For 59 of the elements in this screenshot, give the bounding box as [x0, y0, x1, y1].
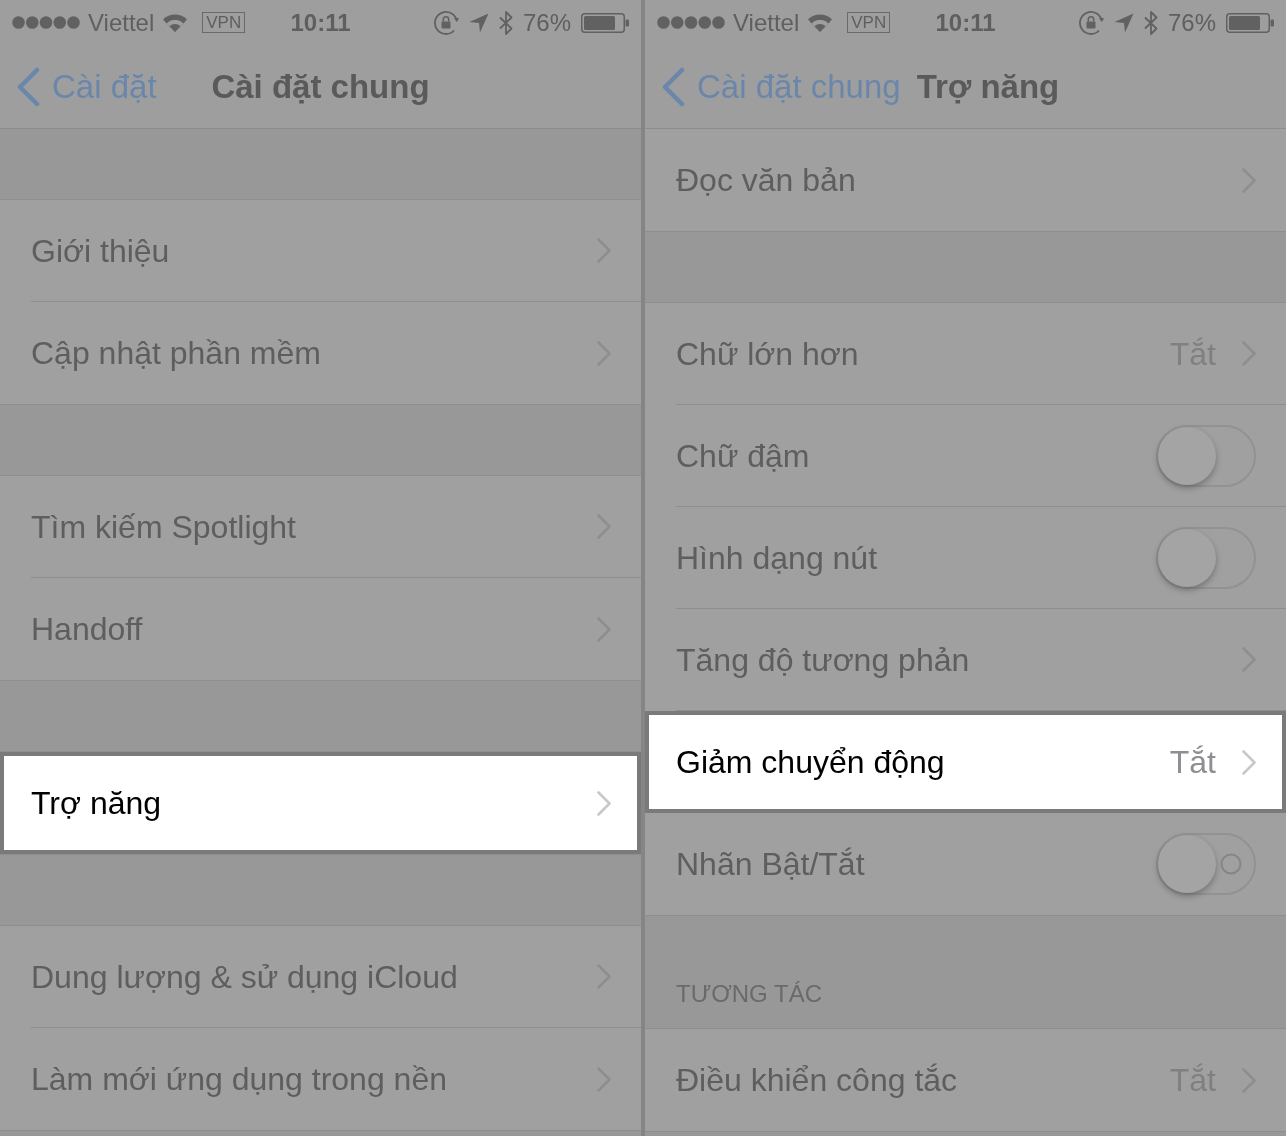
chevron-icon	[597, 790, 611, 816]
settings-row[interactable]: Giảm chuyển động Tắt	[645, 711, 1286, 813]
settings-row[interactable]: Tăng độ tương phản	[645, 609, 1286, 711]
settings-row[interactable]: Giới thiệu	[0, 200, 641, 302]
setting-label: Giới thiệu	[31, 231, 171, 271]
bluetooth-icon	[1143, 9, 1158, 36]
bluetooth-icon	[498, 9, 513, 36]
toggle-switch[interactable]	[1156, 526, 1256, 589]
status-time: 10:11	[290, 10, 351, 35]
screen-title: Cài đặt chung	[211, 66, 430, 107]
toggle-switch[interactable]	[1156, 424, 1256, 487]
setting-label: Đọc văn bản	[676, 161, 857, 200]
back-chevron-icon	[16, 66, 40, 107]
setting-label: Làm mới ứng dụng trong nền	[31, 1060, 448, 1099]
battery-percent: 76%	[1167, 10, 1216, 35]
location-arrow-icon	[468, 12, 489, 33]
battery-icon	[581, 12, 629, 33]
setting-label: Giảm chuyển động	[676, 743, 946, 782]
ring-icon	[1220, 853, 1242, 875]
signal-dots-icon	[657, 16, 725, 29]
setting-label: Nhãn Bật/Tắt	[676, 845, 866, 884]
settings-row[interactable]: Nhãn Bật/Tắt	[645, 813, 1286, 915]
back-chevron-icon	[661, 66, 685, 107]
setting-label: Tìm kiếm Spotlight	[31, 507, 297, 547]
settings-row[interactable]: Chữ đậm	[645, 405, 1286, 507]
settings-row[interactable]: Trợ năng	[0, 752, 641, 854]
vpn-indicator: VPN	[847, 12, 891, 33]
settings-row[interactable]: Cập nhật phần mềm	[0, 302, 641, 404]
setting-label: Chữ lớn hơn	[676, 334, 860, 374]
location-arrow-icon	[1113, 12, 1134, 33]
screen-title: Trợ năng	[916, 66, 1060, 107]
setting-label: Cập nhật phần mềm	[31, 334, 322, 373]
setting-label: Dung lượng & sử dụng iCloud	[31, 957, 459, 997]
battery-icon	[1226, 12, 1274, 33]
rotation-lock-icon	[1077, 9, 1104, 36]
settings-row[interactable]: Làm mới ứng dụng trong nền	[0, 1028, 641, 1130]
chevron-icon	[1242, 749, 1256, 775]
settings-row[interactable]: Handoff	[0, 578, 641, 680]
battery-percent: 76%	[522, 10, 571, 35]
setting-value: Tắt	[1169, 743, 1216, 782]
rotation-lock-icon	[432, 9, 459, 36]
settings-row[interactable]: Đọc văn bản	[645, 129, 1286, 231]
toggle-switch[interactable]	[1156, 833, 1256, 895]
carrier-name: Viettel	[88, 10, 155, 35]
wifi-icon	[807, 12, 834, 33]
setting-label: Chữ đậm	[676, 436, 811, 476]
signal-dots-icon	[12, 16, 80, 29]
settings-row[interactable]: Dung lượng & sử dụng iCloud	[0, 926, 641, 1028]
setting-label: Tăng độ tương phản	[676, 640, 971, 680]
wifi-icon	[162, 12, 189, 33]
settings-row[interactable]: Tìm kiếm Spotlight	[0, 476, 641, 578]
setting-label: Trợ năng	[31, 784, 163, 823]
setting-label: Handoff	[31, 610, 144, 649]
settings-row[interactable]: Hình dạng nút	[645, 507, 1286, 609]
carrier-name: Viettel	[733, 10, 800, 35]
setting-label: Điều khiển công tắc	[676, 1061, 959, 1100]
setting-label: Hình dạng nút	[676, 538, 879, 578]
vpn-indicator: VPN	[202, 12, 246, 33]
status-time: 10:11	[935, 10, 996, 35]
